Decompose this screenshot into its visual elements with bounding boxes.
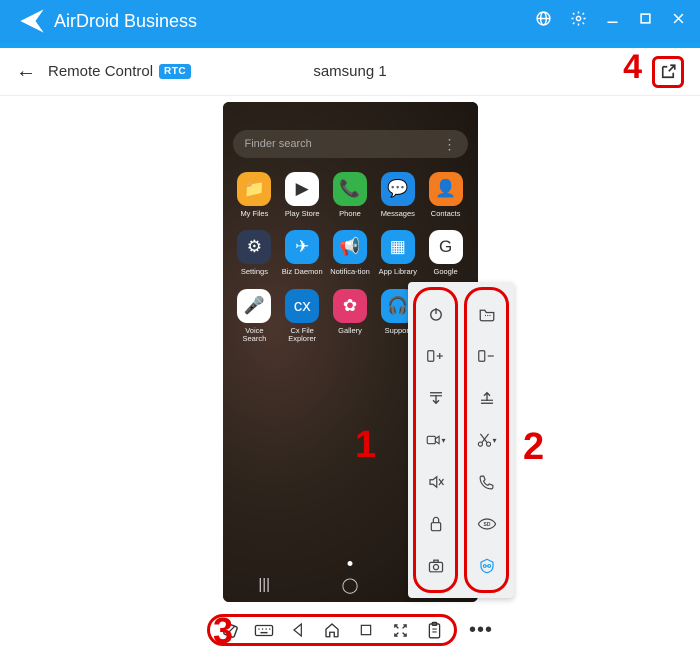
app-icon: 👤 — [429, 172, 463, 206]
search-menu-icon[interactable]: ⋮ — [443, 136, 456, 153]
clipboard-icon[interactable] — [424, 620, 444, 640]
app-icon: ✿ — [333, 289, 367, 323]
camera-icon[interactable] — [426, 556, 446, 576]
app-item[interactable]: ✿ Gallery — [328, 289, 372, 344]
record-icon[interactable]: ▾ — [426, 430, 446, 450]
app-label: Support — [385, 327, 411, 335]
app-label: My Files — [240, 210, 268, 218]
side-tool-panel: ▾ ▾ SD — [408, 282, 514, 598]
back-arrow-icon[interactable]: ← — [16, 60, 36, 83]
cut-icon[interactable]: ▾ — [477, 430, 497, 450]
app-label: Google — [433, 268, 457, 276]
volume-up-icon[interactable] — [426, 346, 446, 366]
pager-dot — [348, 561, 353, 566]
app-label: Play Store — [285, 210, 320, 218]
swipe-up-icon[interactable] — [477, 388, 497, 408]
volume-down-icon[interactable] — [477, 346, 497, 366]
app-icon: ✈ — [285, 230, 319, 264]
app-item[interactable]: ⚙ Settings — [233, 230, 277, 276]
nav-bar: ← Remote Control RTC samsung 1 — [0, 48, 700, 96]
lock-icon[interactable] — [426, 514, 446, 534]
popout-button[interactable] — [657, 61, 679, 83]
home-icon[interactable]: ◯ — [342, 576, 359, 594]
recent-apps-icon[interactable]: ||| — [258, 576, 270, 594]
annotation-1: 1 — [355, 424, 376, 467]
app-label: Messages — [381, 210, 415, 218]
app-icon: 📁 — [237, 172, 271, 206]
app-item[interactable]: 💬 Messages — [376, 172, 420, 218]
app-label: Phone — [339, 210, 361, 218]
annotation-4: 4 — [623, 48, 642, 87]
app-label: Notifica-tion — [330, 268, 370, 276]
app-item[interactable]: 👤 Contacts — [424, 172, 468, 218]
search-placeholder: Finder search — [245, 138, 312, 150]
app-icon: 📢 — [333, 230, 367, 264]
keyboard-icon[interactable] — [254, 620, 274, 640]
app-icon: G — [429, 230, 463, 264]
side-column-2: ▾ SD — [464, 287, 509, 593]
svg-text:SD: SD — [483, 522, 490, 528]
files-icon[interactable] — [477, 304, 497, 324]
app-icon: 🎤 — [237, 289, 271, 323]
app-label: Biz Daemon — [282, 268, 323, 276]
title-bar: AirDroid Business — [0, 0, 700, 42]
device-name: samsung 1 — [313, 63, 386, 80]
maximize-icon[interactable] — [638, 11, 653, 31]
app-item[interactable]: ✈ Biz Daemon — [280, 230, 324, 276]
app-item[interactable]: cx Cx File Explorer — [280, 289, 324, 344]
app-icon: cx — [285, 289, 319, 323]
app-label: Voice Search — [233, 327, 275, 344]
app-item[interactable]: 📞 Phone — [328, 172, 372, 218]
app-label: App Library — [379, 268, 417, 276]
app-label: Settings — [241, 268, 268, 276]
app-logo-icon — [18, 7, 46, 35]
app-item[interactable]: G Google — [424, 230, 468, 276]
app-label: Cx File Explorer — [281, 327, 323, 344]
globe-icon[interactable] — [535, 10, 552, 32]
minimize-icon[interactable] — [605, 11, 620, 31]
more-icon[interactable]: ••• — [469, 625, 493, 635]
quality-icon[interactable]: SD — [477, 514, 497, 534]
gear-icon[interactable] — [570, 10, 587, 32]
nav-home-icon[interactable] — [322, 620, 342, 640]
app-label: Contacts — [431, 210, 461, 218]
swipe-down-icon[interactable] — [426, 388, 446, 408]
app-label: Gallery — [338, 327, 362, 335]
app-item[interactable]: 📁 My Files — [233, 172, 277, 218]
app-item[interactable]: 📢 Notifica-tion — [328, 230, 372, 276]
annotation-2: 2 — [523, 426, 544, 469]
power-icon[interactable] — [426, 304, 446, 324]
nav-recent-icon[interactable] — [356, 620, 376, 640]
annotation-3: 3 — [213, 610, 233, 652]
app-icon: 📞 — [333, 172, 367, 206]
app-item[interactable]: 🎤 Voice Search — [233, 289, 277, 344]
side-column-1: ▾ — [413, 287, 458, 593]
app-icon: ⚙ — [237, 230, 271, 264]
section-title: Remote Control — [48, 63, 153, 80]
nav-back-icon[interactable] — [288, 620, 308, 640]
finder-search[interactable]: Finder search ⋮ — [233, 130, 468, 158]
app-item[interactable]: ▦ App Library — [376, 230, 420, 276]
fullscreen-icon[interactable] — [390, 620, 410, 640]
mute-icon[interactable] — [426, 472, 446, 492]
app-title: AirDroid Business — [54, 11, 535, 32]
bottom-toolbar: ••• — [201, 610, 499, 650]
incognito-icon[interactable] — [477, 556, 497, 576]
app-item[interactable]: ▶ Play Store — [280, 172, 324, 218]
close-icon[interactable] — [671, 11, 686, 31]
call-icon[interactable] — [477, 472, 497, 492]
app-icon: 💬 — [381, 172, 415, 206]
app-icon: ▶ — [285, 172, 319, 206]
app-icon: ▦ — [381, 230, 415, 264]
rtc-badge: RTC — [159, 64, 191, 79]
